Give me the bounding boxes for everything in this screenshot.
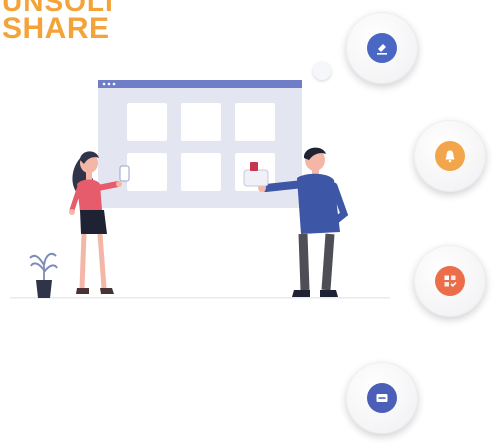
feature-button-tasks[interactable] [414,245,486,317]
feature-button-notify[interactable] [414,120,486,192]
pen-approve-icon [377,44,387,55]
potted-plant [29,252,58,298]
feature-badge-cards [367,383,397,413]
ground-line [10,297,390,299]
card-icon [376,394,388,402]
bell-icon [445,150,455,163]
feature-button-cards[interactable] [346,362,418,434]
feature-badge-tasks [435,266,465,296]
feature-badge-notify [435,141,465,171]
feature-badge-approve [367,33,397,63]
grid-check-icon [444,275,457,287]
feature-button-approve[interactable] [346,12,418,84]
collaboration-illustration [10,80,390,299]
decorative-bubble [313,62,331,80]
